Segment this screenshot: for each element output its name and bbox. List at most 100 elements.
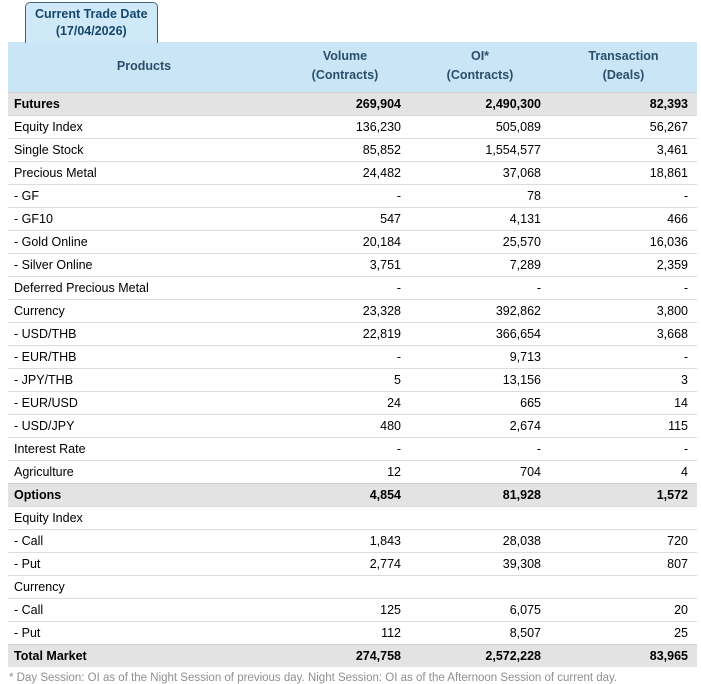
- table-row: - Put 112 8,507 25: [8, 620, 697, 645]
- column-header-products: Products: [8, 42, 280, 93]
- column-header-oi: OI* (Contracts): [410, 42, 550, 93]
- oi-cell: 8,507: [410, 620, 550, 645]
- table-row: Agriculture 12 704 4: [8, 459, 697, 484]
- transaction-cell: -: [550, 183, 697, 208]
- product-cell: Equity Index: [8, 505, 280, 530]
- volume-cell: -: [280, 344, 410, 369]
- product-cell: - USD/THB: [8, 321, 280, 346]
- column-header-label: OI*: [470, 49, 490, 63]
- transaction-cell: 4: [550, 459, 697, 484]
- oi-cell: 7,289: [410, 252, 550, 277]
- volume-cell: 4,854: [280, 482, 410, 507]
- volume-cell: 274,758: [280, 643, 410, 668]
- oi-cell: -: [410, 436, 550, 461]
- table-row: - EUR/THB -9,713-: [8, 344, 697, 369]
- transaction-cell: 2,359: [550, 252, 697, 277]
- oi-cell: [410, 505, 550, 530]
- transaction-cell: -: [550, 344, 697, 369]
- table-row: Total Market 274,758 2,572,228 83,965: [8, 643, 697, 668]
- product-cell: - Call: [8, 528, 280, 553]
- oi-cell: 366,654: [410, 321, 550, 346]
- transaction-cell: -: [550, 436, 697, 461]
- transaction-cell: 3: [550, 367, 697, 392]
- table-row: - USD/THB 22,819 366,654 3,668: [8, 321, 697, 346]
- column-header-volume: Volume (Contracts): [280, 42, 410, 93]
- transaction-cell: [550, 505, 697, 530]
- volume-cell: 85,852: [280, 137, 410, 162]
- oi-cell: 1,554,577: [410, 137, 550, 162]
- tab-label-line2: (17/04/2026): [55, 23, 127, 38]
- table-row: - USD/JPY 480 2,674 115: [8, 413, 697, 438]
- table-row: - GF10 547 4,131 466: [8, 206, 697, 231]
- product-cell: Agriculture: [8, 459, 280, 484]
- oi-cell: 4,131: [410, 206, 550, 231]
- volume-cell: [280, 574, 410, 599]
- table-row: - Call 125 6,075 20: [8, 597, 697, 622]
- volume-cell: 480: [280, 413, 410, 438]
- transaction-cell: 16,036: [550, 229, 697, 254]
- tab-current-trade-date[interactable]: Current Trade Date (17/04/2026): [25, 2, 158, 43]
- volume-cell: 3,751: [280, 252, 410, 277]
- table-row: Equity Index: [8, 505, 697, 530]
- transaction-cell: 83,965: [550, 643, 697, 668]
- oi-cell: 28,038: [410, 528, 550, 553]
- oi-cell: 9,713: [410, 344, 550, 369]
- table-row: Options 4,854 81,928 1,572: [8, 482, 697, 507]
- oi-cell: 13,156: [410, 367, 550, 392]
- transaction-cell: 1,572: [550, 482, 697, 507]
- oi-cell: 25,570: [410, 229, 550, 254]
- volume-cell: 5: [280, 367, 410, 392]
- table-row: Currency: [8, 574, 697, 599]
- oi-cell: 6,075: [410, 597, 550, 622]
- volume-cell: 24: [280, 390, 410, 415]
- transaction-cell: 56,267: [550, 114, 697, 139]
- volume-cell: 125: [280, 597, 410, 622]
- column-header-sub: (Contracts): [311, 68, 379, 83]
- transaction-cell: 18,861: [550, 160, 697, 185]
- column-header-label: Transaction: [588, 49, 659, 63]
- volume-cell: 112: [280, 620, 410, 645]
- volume-cell: -: [280, 436, 410, 461]
- oi-cell: 37,068: [410, 160, 550, 185]
- volume-cell: 2,774: [280, 551, 410, 576]
- volume-cell: -: [280, 275, 410, 300]
- table-row: Precious Metal 24,482 37,068 18,861: [8, 160, 697, 185]
- product-cell: Currency: [8, 298, 280, 323]
- table-row: - Gold Online 20,184 25,570 16,036: [8, 229, 697, 254]
- product-cell: Options: [8, 482, 280, 507]
- product-cell: Interest Rate: [8, 436, 280, 461]
- table-row: - Call 1,843 28,038 720: [8, 528, 697, 553]
- transaction-cell: 3,668: [550, 321, 697, 346]
- column-header-sub: (Deals): [602, 68, 645, 83]
- oi-cell: 78: [410, 183, 550, 208]
- volume-cell: 269,904: [280, 91, 410, 116]
- transaction-cell: 20: [550, 597, 697, 622]
- table-row: Currency 23,328 392,862 3,800: [8, 298, 697, 323]
- volume-cell: 136,230: [280, 114, 410, 139]
- table-row: - Put 2,774 39,308 807: [8, 551, 697, 576]
- product-cell: Deferred Precious Metal: [8, 275, 280, 300]
- product-cell: - Silver Online: [8, 252, 280, 277]
- transaction-cell: 14: [550, 390, 697, 415]
- product-cell: - Gold Online: [8, 229, 280, 254]
- product-cell: Equity Index: [8, 114, 280, 139]
- table-header-row: Products Volume (Contracts) OI* (Contrac…: [8, 42, 697, 93]
- column-header-label: Volume: [322, 49, 368, 63]
- oi-cell: 2,572,228: [410, 643, 550, 668]
- oi-footnote: * Day Session: OI as of the Night Sessio…: [9, 672, 618, 684]
- market-summary-page: Current Trade Date (17/04/2026) Products…: [0, 0, 701, 684]
- product-cell: - Put: [8, 551, 280, 576]
- oi-cell: 665: [410, 390, 550, 415]
- trading-summary-table: Products Volume (Contracts) OI* (Contrac…: [8, 42, 697, 668]
- column-header-transaction: Transaction (Deals): [550, 42, 697, 93]
- volume-cell: 22,819: [280, 321, 410, 346]
- volume-cell: 12: [280, 459, 410, 484]
- oi-cell: 39,308: [410, 551, 550, 576]
- volume-cell: [280, 505, 410, 530]
- table-row: Equity Index 136,230 505,089 56,267: [8, 114, 697, 139]
- table-row: Deferred Precious Metal - - -: [8, 275, 697, 300]
- product-cell: - Call: [8, 597, 280, 622]
- product-cell: Total Market: [8, 643, 280, 668]
- trading-summary-table-wrap: Products Volume (Contracts) OI* (Contrac…: [8, 42, 697, 668]
- transaction-cell: 466: [550, 206, 697, 231]
